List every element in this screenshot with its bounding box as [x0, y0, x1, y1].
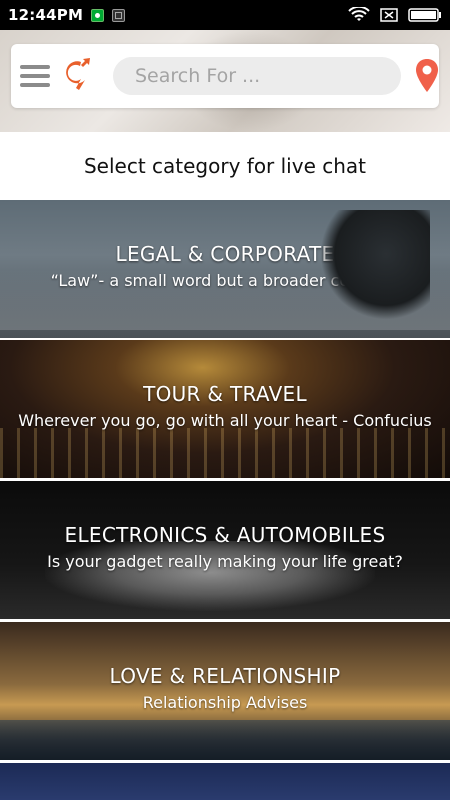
search-input[interactable] — [133, 64, 401, 88]
no-sim-icon — [380, 8, 398, 22]
battery-icon — [408, 8, 441, 22]
category-card-electronics[interactable]: ELECTRONICS & AUTOMOBILES Is your gadget… — [0, 481, 450, 619]
status-icons — [348, 7, 442, 23]
category-title: LOVE & RELATIONSHIP — [109, 664, 341, 688]
category-card-love[interactable]: LOVE & RELATIONSHIP Relationship Advises — [0, 622, 450, 760]
app-notification-icon — [91, 8, 105, 22]
menu-icon[interactable] — [20, 65, 50, 87]
category-subtitle: Is your gadget really making your life g… — [47, 552, 403, 571]
category-title: TOUR & TRAVEL — [143, 382, 307, 406]
category-card-legal[interactable]: LEGAL & CORPORATE “Law”- a small word bu… — [0, 200, 450, 338]
category-card-partial[interactable] — [0, 763, 450, 800]
app-logo — [66, 58, 90, 90]
status-bar: 12:44PM — [0, 0, 450, 30]
category-title: LEGAL & CORPORATE — [115, 242, 335, 266]
search-bar[interactable] — [113, 57, 401, 95]
location-pin-icon[interactable] — [415, 58, 439, 94]
screenshot-notification-icon — [112, 8, 126, 22]
category-subtitle: “Law”- a small word but a broader concep… — [50, 271, 400, 290]
top-bar — [11, 44, 439, 108]
status-time: 12:44PM — [8, 6, 84, 24]
wifi-icon — [348, 7, 370, 21]
category-subtitle: Wherever you go, go with all your heart … — [18, 411, 432, 430]
category-card-travel[interactable]: TOUR & TRAVEL Wherever you go, go with a… — [0, 340, 450, 478]
category-title: ELECTRONICS & AUTOMOBILES — [64, 523, 386, 547]
page-title: Select category for live chat — [0, 133, 450, 199]
category-subtitle: Relationship Advises — [142, 693, 308, 712]
